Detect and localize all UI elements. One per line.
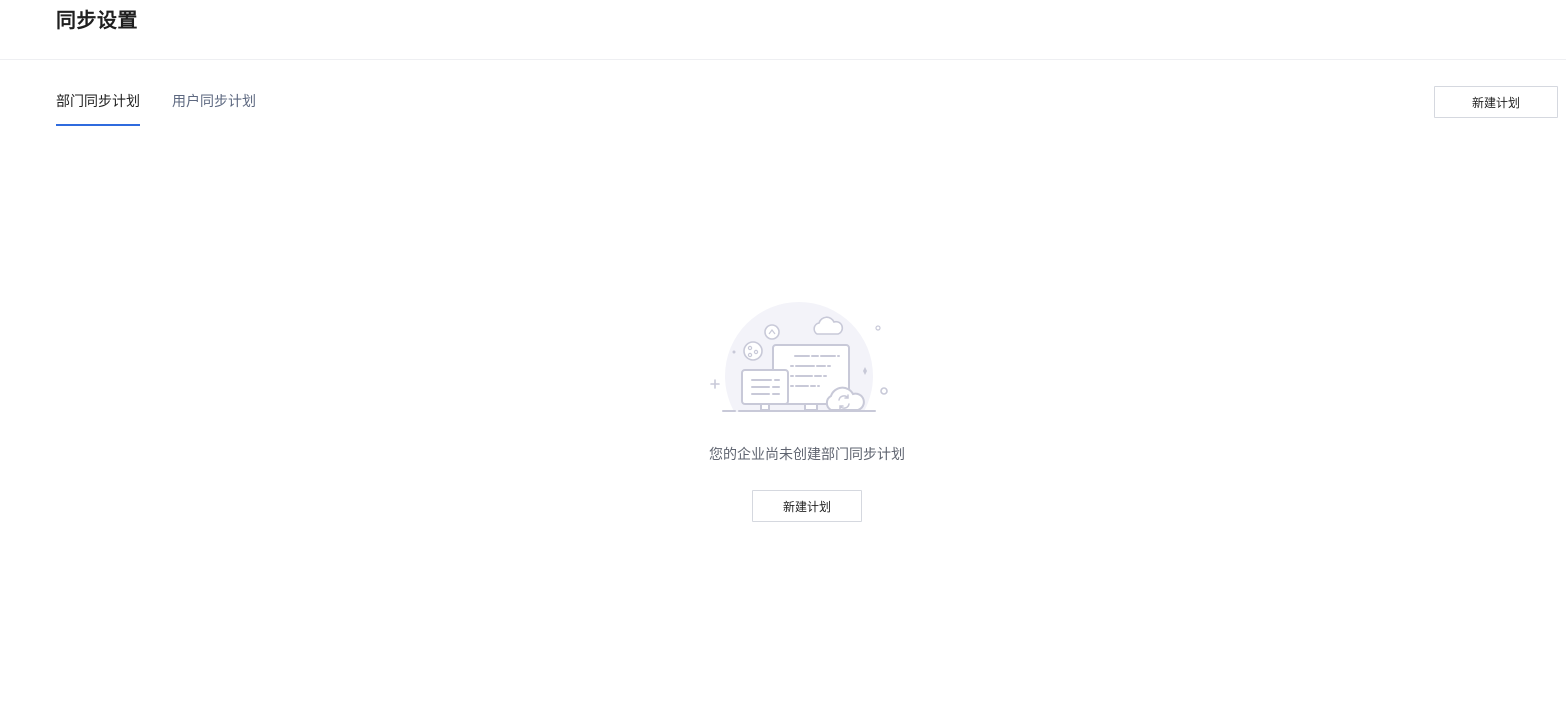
new-plan-button[interactable]: 新建计划 — [1434, 86, 1558, 118]
tab-department-sync-plan[interactable]: 部门同步计划 — [56, 88, 140, 126]
tab-user-sync-plan[interactable]: 用户同步计划 — [172, 88, 262, 126]
page-header: 同步设置 — [0, 0, 1566, 60]
empty-state-new-plan-button[interactable]: 新建计划 — [752, 490, 862, 522]
empty-sync-illustration-icon — [705, 302, 891, 416]
empty-state: 您的企业尚未创建部门同步计划 新建计划 — [0, 290, 1566, 530]
empty-state-message: 您的企业尚未创建部门同步计划 — [709, 447, 905, 463]
page: 同步设置 部门同步计划 用户同步计划 新建计划 您的企业尚未创建部门同步计划 新… — [0, 0, 1566, 717]
page-title: 同步设置 — [56, 8, 138, 32]
